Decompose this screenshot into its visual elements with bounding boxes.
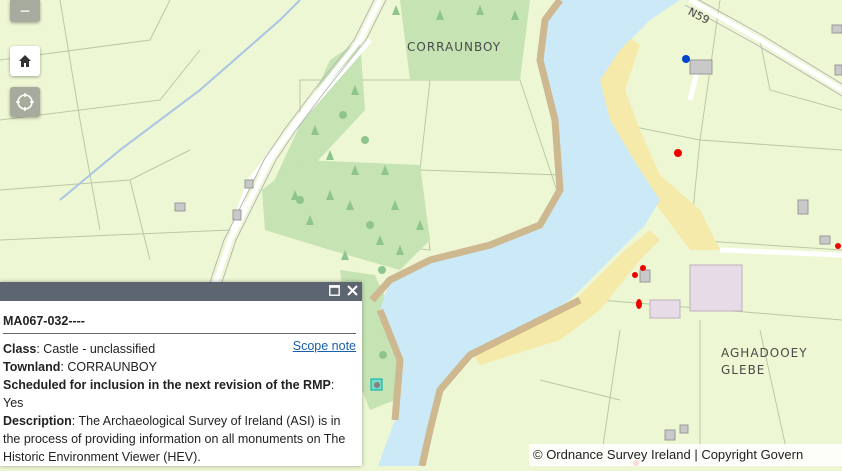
popup-titlebar [0, 282, 362, 301]
townland-row: Townland: CORRAUNBOY [3, 360, 157, 374]
place-label-corraunboy: CORRAUNBOY [407, 40, 502, 54]
maximize-icon[interactable] [326, 283, 342, 299]
map-attribution: © Ordnance Survey Ireland | Copyright Go… [529, 444, 842, 466]
zoom-out-button[interactable]: − [10, 0, 40, 22]
place-label-glebe: GLEBE [721, 363, 766, 377]
feature-info-popup: MA067-032---- Class: Castle - unclassifi… [0, 282, 362, 466]
home-icon [19, 55, 31, 67]
place-label-aghadooey: AGHADOOEY [721, 346, 808, 360]
crosshair-icon [16, 93, 34, 111]
home-button[interactable] [10, 46, 40, 76]
blue-site-marker [682, 55, 690, 63]
glebe-building-area [689, 264, 743, 312]
selected-site-highlight [370, 378, 383, 391]
minus-icon: − [19, 0, 31, 21]
close-icon[interactable] [344, 283, 360, 299]
scheduled-row: Scheduled for inclusion in the next revi… [3, 378, 335, 410]
description-row: Description: The Archaeological Survey o… [3, 414, 346, 464]
glebe-outbuilding [649, 299, 681, 319]
popup-title: MA067-032---- [3, 307, 356, 334]
scope-note-link[interactable]: Scope note [293, 339, 356, 353]
locate-button[interactable] [10, 87, 40, 117]
